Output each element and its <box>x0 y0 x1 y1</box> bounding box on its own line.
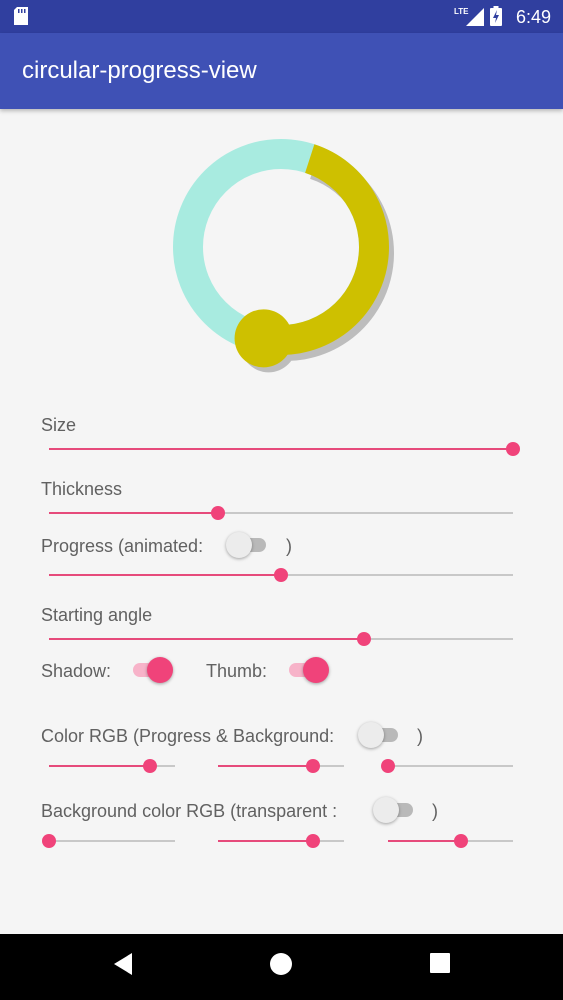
slider-thumb[interactable] <box>356 632 371 646</box>
color-green-slider[interactable] <box>218 756 344 776</box>
home-icon[interactable] <box>269 952 293 976</box>
shadow-label: Shadow: <box>41 661 112 681</box>
shadow-switch[interactable] <box>129 656 173 684</box>
color-rgb-label: Color RGB (Progress & Background: <box>41 726 335 746</box>
slider-thumb[interactable] <box>506 442 520 456</box>
background-rgb-label: Background color RGB (transparent : <box>41 801 338 821</box>
recents-icon[interactable] <box>429 952 451 974</box>
background-red-slider[interactable] <box>42 831 175 851</box>
thumb-switch[interactable] <box>285 656 329 684</box>
size-label: Size <box>41 415 77 435</box>
navigation-bar <box>0 934 563 1000</box>
slider-thumb[interactable] <box>274 568 288 582</box>
size-slider[interactable] <box>49 439 520 459</box>
slider-thumb[interactable] <box>211 506 226 520</box>
slider-thumb[interactable] <box>42 834 56 848</box>
back-icon[interactable] <box>112 952 134 976</box>
thickness-slider[interactable] <box>49 503 513 523</box>
progress-label-close: ) <box>286 536 292 556</box>
slider-thumb[interactable] <box>381 759 395 773</box>
slider-thumb[interactable] <box>305 834 320 848</box>
progress-slider[interactable] <box>49 565 513 585</box>
progress-arc <box>260 144 389 355</box>
progress-thumb[interactable] <box>234 309 293 368</box>
slider-thumb[interactable] <box>453 834 468 848</box>
slider-thumb[interactable] <box>142 759 157 773</box>
color-red-slider[interactable] <box>49 756 175 776</box>
background-rgb-label-close: ) <box>432 801 438 821</box>
color-rgb-label-close: ) <box>417 726 423 746</box>
thickness-label: Thickness <box>41 479 123 499</box>
slider-thumb[interactable] <box>305 759 320 773</box>
background-toggle-switch[interactable] <box>358 721 402 749</box>
starting-angle-slider[interactable] <box>49 629 513 649</box>
progress-label: Progress (animated: <box>41 536 204 556</box>
circular-progress-view[interactable] <box>0 0 563 400</box>
color-blue-slider[interactable] <box>381 756 513 776</box>
starting-angle-label: Starting angle <box>41 605 153 625</box>
animated-switch[interactable] <box>226 531 270 559</box>
background-blue-slider[interactable] <box>388 831 513 851</box>
thumb-label: Thumb: <box>206 661 268 681</box>
transparent-switch[interactable] <box>373 796 417 824</box>
background-green-slider[interactable] <box>218 831 344 851</box>
